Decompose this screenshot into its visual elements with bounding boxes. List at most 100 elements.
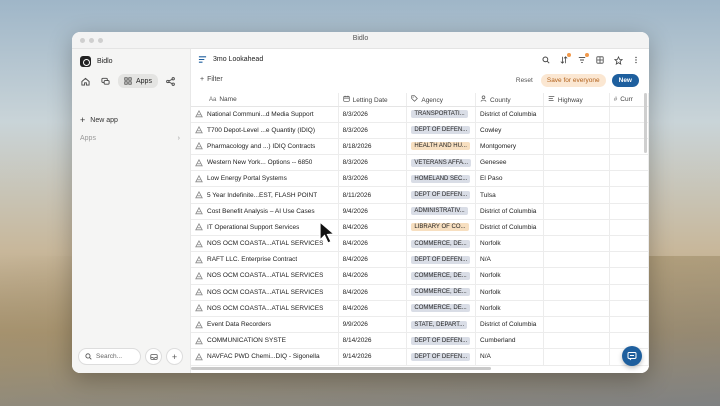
cell-highway[interactable] (543, 203, 610, 220)
cell-curr[interactable] (609, 219, 649, 237)
table-row[interactable]: IT Operational Support Services 8/4/2026 L… (191, 219, 649, 237)
cell-curr[interactable] (609, 284, 649, 301)
search-icon[interactable] (541, 55, 551, 65)
column-header-county[interactable]: County (475, 93, 544, 107)
cell-county[interactable]: N/A (475, 348, 544, 366)
horizontal-scrollbar[interactable] (191, 367, 649, 370)
cell-county[interactable]: El Paso (475, 170, 544, 188)
cell-highway[interactable] (543, 284, 610, 301)
inbox-button[interactable] (145, 348, 162, 365)
view-title[interactable]: 3mo Lookahead (198, 55, 263, 64)
cell-agency[interactable]: DEPT OF DEFEN... (406, 332, 477, 350)
cell-name[interactable]: T700 Depot-Level ...e Quantity (IDIQ) (191, 122, 339, 139)
cell-letting-date[interactable]: 8/4/2026 (338, 300, 408, 317)
cell-name[interactable]: NOS OCM COASTA...ATIAL SERVICES (191, 235, 339, 253)
cell-curr[interactable] (609, 203, 649, 220)
cell-name[interactable]: NAVFAC PWD Chemi...DIQ - Sigonella (191, 348, 339, 366)
table-row[interactable]: National Communi...d Media Support 8/3/20… (191, 106, 649, 123)
cell-county[interactable]: Cumberland (475, 332, 544, 350)
add-button[interactable]: + (166, 348, 183, 365)
sidebar-item-apps[interactable]: Apps (118, 74, 158, 88)
cell-agency[interactable]: DEPT OF DEFEN... (406, 122, 477, 139)
cell-highway[interactable] (543, 106, 610, 123)
layout-grid-icon[interactable] (595, 55, 605, 65)
cell-county[interactable]: Montgomery (475, 138, 544, 156)
table-row[interactable]: Event Data Recorders 9/9/2026 STATE, DEPAR… (191, 316, 649, 334)
cell-letting-date[interactable]: 9/4/2026 (338, 203, 408, 220)
table-row[interactable]: Cost Benefit Analysis – AI Use Cases 9/4/… (191, 203, 649, 220)
column-header-letting-date[interactable]: Letting Date (338, 93, 408, 107)
cell-agency[interactable]: ADMINISTRATIV... (406, 203, 477, 220)
cell-agency[interactable]: HOMELAND SEC... (406, 170, 477, 188)
cell-name[interactable]: NOS OCM COASTA...ATIAL SERVICES (191, 300, 339, 317)
apps-section-header[interactable]: Apps › (80, 135, 180, 142)
cell-county[interactable]: District of Columbia (475, 316, 544, 334)
cell-highway[interactable] (543, 316, 610, 334)
search-input[interactable]: Search... (78, 348, 141, 365)
cell-name[interactable]: Low Energy Portal Systems (191, 170, 339, 188)
cell-letting-date[interactable]: 8/3/2026 (338, 154, 408, 172)
vertical-scrollbar[interactable] (644, 93, 647, 153)
cell-name[interactable]: National Communi...d Media Support (191, 106, 339, 123)
cell-agency[interactable]: DEPT OF DEFEN... (406, 251, 477, 269)
cell-highway[interactable] (543, 332, 610, 350)
cell-highway[interactable] (543, 122, 610, 139)
cell-curr[interactable] (609, 186, 649, 204)
cell-county[interactable]: Norfolk (475, 235, 544, 253)
cell-name[interactable]: NOS OCM COASTA...ATIAL SERVICES (191, 267, 339, 285)
cell-curr[interactable] (609, 154, 649, 172)
chat-assistant-button[interactable] (622, 346, 642, 366)
table-row[interactable]: NOS OCM COASTA...ATIAL SERVICES 8/4/2026 C… (191, 267, 649, 285)
cell-county[interactable]: Cowley (475, 122, 544, 139)
cell-name[interactable]: Cost Benefit Analysis – AI Use Cases (191, 203, 339, 220)
cell-name[interactable]: Pharmacology and ...) IDIQ Contracts (191, 138, 339, 156)
cell-curr[interactable] (609, 267, 649, 285)
cell-curr[interactable] (609, 316, 649, 334)
table-row[interactable]: NAVFAC PWD Chemi...DIQ - Sigonella 9/14/2… (191, 348, 649, 366)
cell-agency[interactable]: COMMERCE, DE... (406, 300, 477, 317)
cell-name[interactable]: IT Operational Support Services (191, 219, 339, 237)
cell-county[interactable]: District of Columbia (475, 219, 544, 237)
chat-icon[interactable] (98, 74, 112, 88)
cell-county[interactable]: Norfolk (475, 267, 544, 285)
cell-agency[interactable]: COMMERCE, DE... (406, 235, 477, 253)
table-row[interactable]: Low Energy Portal Systems 8/3/2026 HOMELAN… (191, 170, 649, 188)
column-header-agency[interactable]: Agency (406, 93, 477, 107)
share-icon[interactable] (164, 74, 178, 88)
cell-letting-date[interactable]: 8/4/2026 (338, 251, 408, 269)
cell-name[interactable]: RAFT LLC. Enterprise Contract (191, 251, 339, 269)
cell-county[interactable]: District of Columbia (475, 106, 544, 123)
cell-agency[interactable]: LIBRARY OF CO... (406, 219, 477, 237)
cell-county[interactable]: Genesee (475, 154, 544, 172)
cell-letting-date[interactable]: 8/4/2026 (338, 267, 408, 285)
cell-agency[interactable]: TRANSPORTATI... (406, 106, 477, 123)
table-row[interactable]: NOS OCM COASTA...ATIAL SERVICES 8/4/2026 C… (191, 300, 649, 317)
table-row[interactable]: T700 Depot-Level ...e Quantity (IDIQ) 8/3… (191, 122, 649, 139)
table-row[interactable]: 5 Year Indefinite...EST, FLASH POINT 8/11… (191, 186, 649, 204)
cell-curr[interactable] (609, 138, 649, 156)
cell-curr[interactable] (609, 251, 649, 269)
brand[interactable]: Bidlo (80, 56, 113, 67)
cell-highway[interactable] (543, 235, 610, 253)
cell-letting-date[interactable]: 8/3/2026 (338, 122, 408, 139)
table-row[interactable]: Western New York... Options -- 6850 8/3/2… (191, 154, 649, 172)
cell-agency[interactable]: DEPT OF DEFEN... (406, 186, 477, 204)
column-header-highway[interactable]: Highway (543, 93, 610, 107)
cell-name[interactable]: NOS OCM COASTA...ATIAL SERVICES (191, 284, 339, 301)
cell-letting-date[interactable]: 8/4/2026 (338, 219, 408, 237)
cell-county[interactable]: Tulsa (475, 186, 544, 204)
cell-letting-date[interactable]: 8/14/2026 (338, 332, 408, 350)
filter-list-icon[interactable] (577, 53, 589, 65)
table-row[interactable]: NOS OCM COASTA...ATIAL SERVICES 8/4/2026 C… (191, 284, 649, 301)
cell-county[interactable]: Norfolk (475, 284, 544, 301)
cell-highway[interactable] (543, 219, 610, 237)
cell-letting-date[interactable]: 8/4/2026 (338, 235, 408, 253)
column-header-curr[interactable]: # Curr (609, 93, 649, 107)
cell-name[interactable]: Western New York... Options -- 6850 (191, 154, 339, 172)
table-row[interactable]: Pharmacology and ...) IDIQ Contracts 8/18… (191, 138, 649, 156)
cell-agency[interactable]: VETERANS AFFA... (406, 154, 477, 172)
cell-highway[interactable] (543, 267, 610, 285)
new-record-button[interactable]: New (611, 74, 639, 87)
cell-curr[interactable] (609, 106, 649, 123)
cell-agency[interactable]: HEALTH AND HU... (406, 138, 477, 156)
